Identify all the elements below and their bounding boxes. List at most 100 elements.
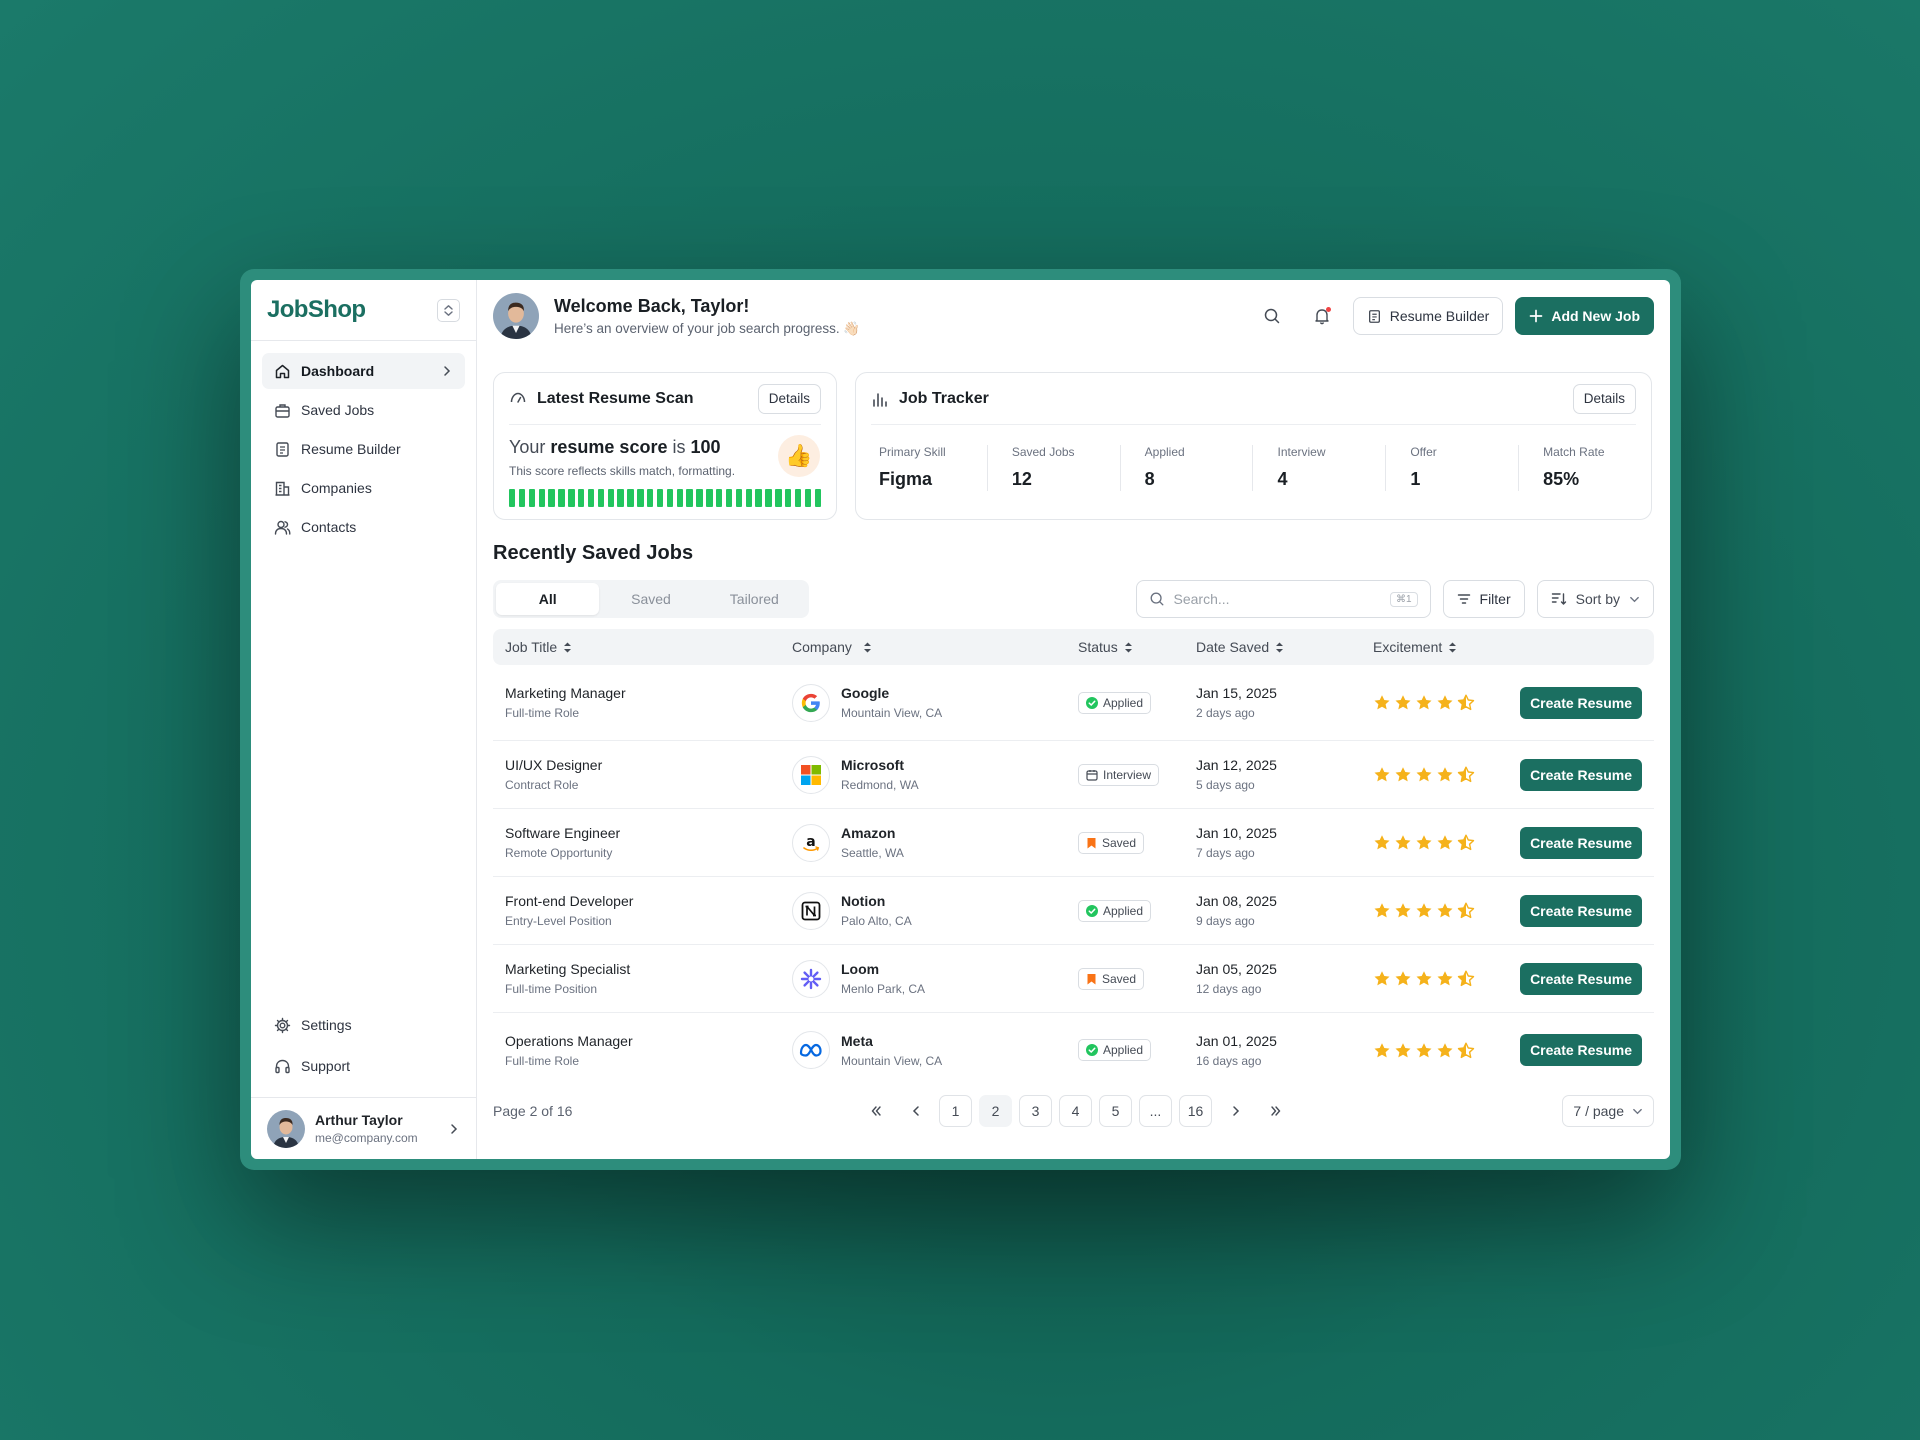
avatar[interactable] xyxy=(493,293,539,339)
star-icon xyxy=(1416,695,1432,710)
progress-segment xyxy=(725,489,733,507)
first-page-button[interactable] xyxy=(859,1095,892,1127)
job-title[interactable]: Software Engineer xyxy=(505,825,780,841)
stat-value: Figma xyxy=(879,469,933,489)
sort-arrows-icon xyxy=(1124,642,1132,652)
microsoft-logo-icon xyxy=(792,755,830,794)
search-input[interactable]: Search... ⌘1 xyxy=(1135,580,1431,618)
amazon-logo-icon: a xyxy=(792,823,830,862)
workspace-switcher-button[interactable] xyxy=(437,298,460,322)
progress-segment xyxy=(745,489,752,507)
sidebar: JobShop Dashboard Saved Jobs Resume Buil… xyxy=(251,280,477,1159)
add-new-job-button[interactable]: Add New Job xyxy=(1515,297,1654,335)
sidebar-item-dashboard[interactable]: Dashboard xyxy=(262,353,465,389)
per-page-select[interactable]: 7 / page xyxy=(1562,1095,1654,1127)
progress-segment xyxy=(676,489,683,507)
stat-label: Primary Skill xyxy=(879,445,946,459)
create-resume-button[interactable]: Create Resume xyxy=(1520,1034,1642,1066)
filter-icon xyxy=(1457,594,1470,604)
job-tracker-details-button[interactable]: Details xyxy=(1572,383,1636,414)
job-title[interactable]: Operations Manager xyxy=(505,1033,780,1049)
sidebar-item-companies[interactable]: Companies xyxy=(262,470,465,506)
notion-logo-icon xyxy=(792,891,830,930)
previous-page-button[interactable] xyxy=(899,1095,932,1127)
page-ellipsis[interactable]: ... xyxy=(1139,1095,1172,1127)
chevron-down-icon xyxy=(1633,1108,1642,1114)
date-cell: Jan 01, 2025 16 days ago xyxy=(1184,1033,1361,1068)
excitement-rating[interactable] xyxy=(1373,834,1509,851)
excitement-rating[interactable] xyxy=(1373,970,1509,987)
page-button-5[interactable]: 5 xyxy=(1099,1095,1132,1127)
create-resume-button[interactable]: Create Resume xyxy=(1520,962,1642,995)
date-cell: Jan 10, 2025 7 days ago xyxy=(1184,825,1361,860)
filter-button[interactable]: Filter xyxy=(1442,580,1525,618)
chevrons-right-icon xyxy=(1270,1106,1280,1116)
table-row[interactable]: Marketing Specialist Full-time Position Lo… xyxy=(493,945,1654,1013)
gear-icon xyxy=(274,1017,291,1033)
job-title[interactable]: Marketing Manager xyxy=(505,685,780,701)
status-cell: Saved xyxy=(1066,967,1184,990)
page-button-1[interactable]: 1 xyxy=(939,1095,972,1127)
next-page-button[interactable] xyxy=(1219,1095,1252,1127)
star-icon xyxy=(1416,971,1432,986)
create-resume-button[interactable]: Create Resume xyxy=(1520,686,1642,719)
resume-builder-button[interactable]: Resume Builder xyxy=(1352,297,1504,335)
progress-segment xyxy=(706,489,713,507)
page-button-3[interactable]: 3 xyxy=(1019,1095,1052,1127)
create-resume-button[interactable]: Create Resume xyxy=(1520,758,1642,791)
sort-by-dropdown[interactable]: Sort by xyxy=(1536,580,1654,618)
table-row[interactable]: Marketing Manager Full-time Role Google Mou… xyxy=(493,665,1654,741)
page-button-4[interactable]: 4 xyxy=(1059,1095,1092,1127)
sort-arrows-icon xyxy=(1449,642,1457,652)
progress-segment xyxy=(686,489,693,507)
sidebar-item-support[interactable]: Support xyxy=(262,1048,465,1084)
table-row[interactable]: Software Engineer Remote Opportunity a Amaz… xyxy=(493,809,1654,877)
resume-scan-details-button[interactable]: Details xyxy=(757,383,821,414)
job-title-cell: UI/UX Designer Contract Role xyxy=(493,757,780,792)
last-page-button[interactable] xyxy=(1259,1095,1292,1127)
page-button-2[interactable]: 2 xyxy=(979,1095,1012,1127)
search-button[interactable] xyxy=(1253,297,1291,335)
excitement-rating[interactable] xyxy=(1373,766,1509,783)
chevron-left-icon xyxy=(912,1106,919,1116)
chevron-up-down-icon xyxy=(444,304,453,316)
tab-all[interactable]: All xyxy=(496,583,600,615)
tab-tailored[interactable]: Tailored xyxy=(703,583,806,615)
column-header-job-title[interactable]: Job Title xyxy=(493,639,780,655)
job-title[interactable]: UI/UX Designer xyxy=(505,757,780,773)
sidebar-item-saved-jobs[interactable]: Saved Jobs xyxy=(262,392,465,428)
card-title: Job Tracker xyxy=(899,389,989,407)
user-email: me@company.com xyxy=(315,1131,418,1145)
user-profile[interactable]: Arthur Taylor me@company.com xyxy=(251,1097,476,1159)
briefcase-icon xyxy=(275,403,290,418)
status-label: Applied xyxy=(1103,1043,1144,1057)
excitement-rating[interactable] xyxy=(1373,1042,1509,1059)
table-row[interactable]: Operations Manager Full-time Role Meta Moun… xyxy=(493,1013,1654,1087)
page-button-16[interactable]: 16 xyxy=(1179,1095,1212,1127)
sidebar-item-contacts[interactable]: Contacts xyxy=(262,509,465,545)
table-row[interactable]: Front-end Developer Entry-Level Position N… xyxy=(493,877,1654,945)
search-shortcut: ⌘1 xyxy=(1389,591,1418,607)
notifications-button[interactable] xyxy=(1303,297,1341,335)
progress-segment xyxy=(518,489,526,507)
column-header-company[interactable]: Company xyxy=(780,639,1066,655)
action-cell: Create Resume xyxy=(1509,686,1654,719)
stat-label: Saved Jobs xyxy=(1011,445,1075,459)
job-title[interactable]: Marketing Specialist xyxy=(505,961,780,977)
column-header-status[interactable]: Status xyxy=(1066,639,1184,655)
excitement-rating[interactable] xyxy=(1373,694,1509,711)
column-header-excitement[interactable]: Excitement xyxy=(1361,639,1509,655)
excitement-cell xyxy=(1361,902,1509,919)
sidebar-item-resume-builder[interactable]: Resume Builder xyxy=(262,431,465,467)
brand-logo[interactable]: JobShop xyxy=(267,296,366,324)
column-header-date-saved[interactable]: Date Saved xyxy=(1184,639,1361,655)
chevron-right-icon xyxy=(444,366,451,376)
progress-segment xyxy=(794,489,802,507)
create-resume-button[interactable]: Create Resume xyxy=(1520,894,1642,927)
create-resume-button[interactable]: Create Resume xyxy=(1520,826,1642,859)
job-title[interactable]: Front-end Developer xyxy=(505,893,780,909)
tab-saved[interactable]: Saved xyxy=(599,583,702,615)
excitement-rating[interactable] xyxy=(1373,902,1509,919)
sidebar-item-settings[interactable]: Settings xyxy=(262,1007,465,1043)
table-row[interactable]: UI/UX Designer Contract Role Microsoft Redm… xyxy=(493,741,1654,809)
